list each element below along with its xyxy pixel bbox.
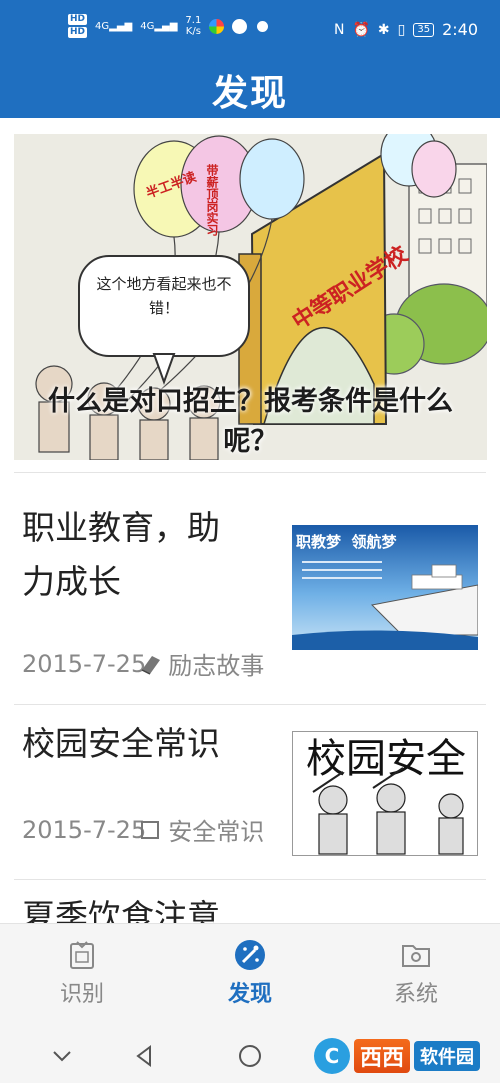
cartoon-figures xyxy=(312,767,464,855)
home-icon[interactable] xyxy=(236,1042,264,1070)
news-item[interactable]: 夏季饮食注意 xyxy=(0,880,500,923)
title-bar: 发现 xyxy=(0,60,500,118)
vibrate-icon: ▯ xyxy=(397,21,406,38)
bluetooth-icon: ✱ xyxy=(377,21,390,38)
watermark-logo: C 西西 软件园 xyxy=(313,1038,480,1074)
tab-label: 发现 xyxy=(227,982,272,1007)
clock: 2:40 xyxy=(442,20,478,39)
hd-badge: HD xyxy=(68,27,88,38)
news-thumbnail: 校园安全 xyxy=(292,731,478,856)
news-item[interactable]: 职业教育，助 力成长 2015-7-25 励志故事 职教梦 领航梦 xyxy=(0,473,500,705)
nfc-icon: N xyxy=(333,21,345,38)
speech-bubble-text: 这个地方看起来也不错！ xyxy=(96,275,232,317)
signal-label: 4G xyxy=(95,20,110,32)
tab-system[interactable]: 系统 xyxy=(356,938,476,1008)
signal-icon: 4G▂▄▆ xyxy=(95,20,133,32)
news-tag: 安全常识 xyxy=(168,818,265,846)
battery-icon: 35 xyxy=(413,22,435,37)
news-title-line: 力成长 xyxy=(22,562,121,601)
book-icon xyxy=(141,655,161,675)
hd-badge: HD xyxy=(68,14,88,25)
alarm-icon: ⏰ xyxy=(352,21,370,38)
app-notification-icon xyxy=(255,18,271,34)
net-speed-unit: K/s xyxy=(185,26,201,37)
news-meta: 2015-7-25 励志故事 xyxy=(22,646,264,681)
news-title-line: 职业教育，助 xyxy=(22,508,220,547)
net-speed-value: 7.1 xyxy=(185,15,202,26)
news-item[interactable]: 校园安全常识 2015-7-25 安全常识 校园安全 xyxy=(0,705,500,880)
news-meta: 2015-7-25 安全常识 xyxy=(22,812,264,847)
news-title: 校园安全常识 xyxy=(22,724,220,763)
net-speed: 7.1 K/s xyxy=(185,15,201,37)
discover-icon xyxy=(235,940,265,970)
banner-caption: 什么是对口招生？报考条件是什么呢？ xyxy=(48,386,453,457)
banner-card[interactable]: 中等职业学校 半工半读 带薪顶岗实习 这个地方看起来也不错！ 什么是对口招生？报… xyxy=(14,134,487,460)
page-title: 发现 xyxy=(211,73,288,114)
balloon-text: 带薪顶岗实习 xyxy=(205,163,219,237)
back-icon[interactable] xyxy=(130,1042,158,1070)
news-title: 夏季饮食注意 xyxy=(22,897,220,923)
system-folder-icon xyxy=(402,945,430,967)
news-date: 2015-7-25 xyxy=(22,649,147,678)
system-navigation-bar: C 西西 软件园 xyxy=(0,1028,500,1083)
signal-label: 4G xyxy=(140,20,155,32)
watermark-text: 西西 xyxy=(353,1039,410,1073)
status-right: N ⏰ ✱ ▯ 35 2:40 xyxy=(334,20,478,39)
watermark-subtext: 软件园 xyxy=(414,1041,480,1071)
chevron-down-icon[interactable] xyxy=(48,1042,76,1070)
tab-label: 系统 xyxy=(393,982,438,1007)
discover-feed[interactable]: 中等职业学校 半工半读 带薪顶岗实习 这个地方看起来也不错！ 什么是对口招生？报… xyxy=(0,118,500,923)
tab-label: 识别 xyxy=(59,982,104,1007)
news-thumbnail: 职教梦 领航梦 xyxy=(292,525,478,650)
scan-icon xyxy=(70,941,94,969)
status-left: HD HD 4G▂▄▆ 4G▂▄▆ 7.1 K/s xyxy=(68,14,271,38)
news-title: 职业教育，助 力成长 xyxy=(22,501,220,609)
app-notification-icon xyxy=(209,18,225,34)
signal-icon: 4G▂▄▆ xyxy=(140,20,178,32)
app-notification-icon xyxy=(232,18,248,34)
tab-identify[interactable]: 识别 xyxy=(22,938,142,1008)
document-icon xyxy=(141,820,160,839)
bottom-navigation: 识别 发现 系统 xyxy=(0,923,500,1028)
ship-graphic xyxy=(292,564,478,650)
tab-discover[interactable]: 发现 xyxy=(190,938,310,1008)
news-tag: 励志故事 xyxy=(168,652,265,680)
watermark-circle: C xyxy=(313,1038,350,1074)
news-date: 2015-7-25 xyxy=(22,815,147,844)
status-bar: HD HD 4G▂▄▆ 4G▂▄▆ 7.1 K/s N ⏰ ✱ ▯ 35 2:40 xyxy=(0,0,500,60)
